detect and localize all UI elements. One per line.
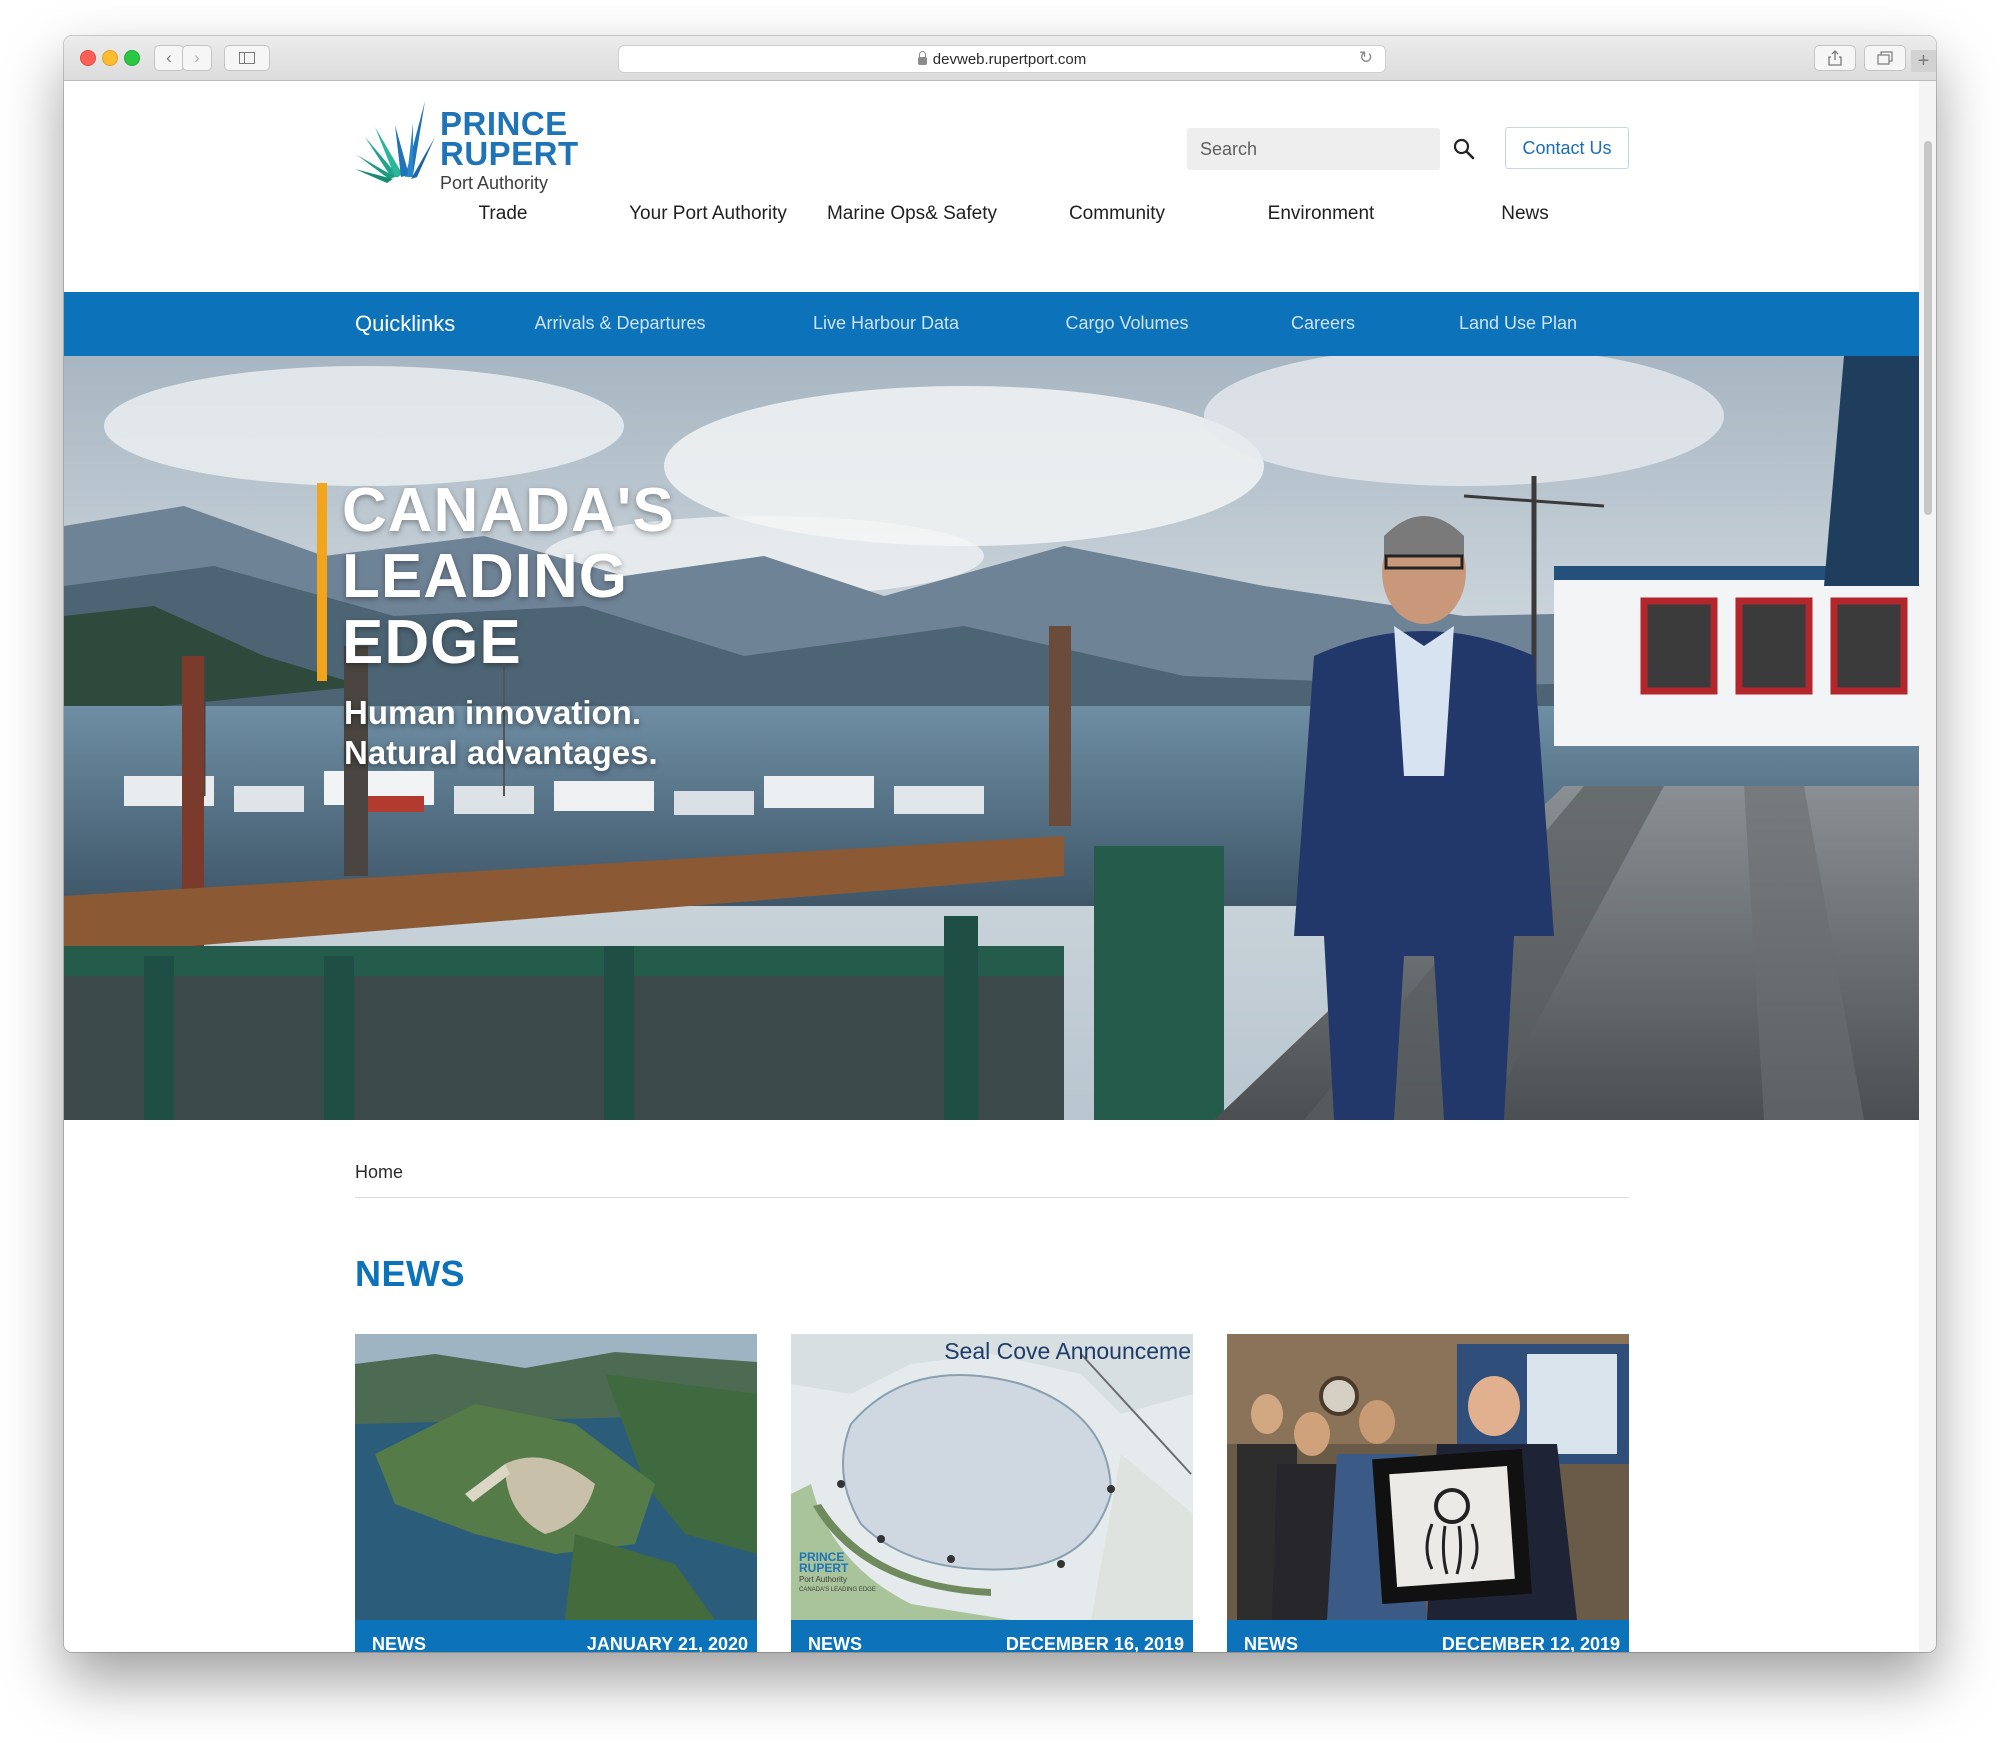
logo-wordmark: PRINCE RUPERT Port Authority	[440, 107, 579, 195]
hero-banner: CANADA'S LEADING EDGE Human innovation. …	[64, 356, 1919, 1120]
image-logo-line: Port Authority	[799, 1575, 848, 1584]
quicklinks-bar: Quicklinks Arrivals & Departures Live Ha…	[64, 292, 1919, 356]
group-photo	[1227, 1334, 1629, 1620]
news-card-date: JANUARY 21, 2020	[586, 1634, 748, 1652]
news-card-image-caption: Seal Cove Announceme	[944, 1338, 1191, 1364]
contact-us-button[interactable]: Contact Us	[1505, 127, 1629, 169]
news-heading: NEWS	[355, 1253, 465, 1294]
image-logo-line: CANADA'S LEADING EDGE	[799, 1587, 876, 1593]
hero-title-line: EDGE	[342, 608, 522, 677]
back-button[interactable]: ‹	[154, 45, 184, 71]
news-card[interactable]: NEWS JANUARY 21, 2020	[355, 1334, 757, 1652]
browser-window: ‹ › devweb.rupertport.com ↻ + PRINCE RUP…	[64, 36, 1936, 1652]
news-card-image[interactable]	[355, 1334, 757, 1620]
hero-title-line: CANADA'S	[342, 476, 675, 545]
aerial-photo	[355, 1334, 757, 1620]
quicklinks-title: Quicklinks	[355, 311, 456, 336]
chevron-right-icon: ›	[194, 48, 200, 67]
nav-item-trade[interactable]: Trade	[479, 203, 528, 225]
share-button[interactable]	[1814, 45, 1856, 71]
address-bar-url: devweb.rupertport.com	[932, 50, 1087, 68]
quicklink-careers[interactable]: Careers	[1291, 313, 1355, 334]
close-window-button[interactable]	[80, 50, 96, 66]
search-icon[interactable]	[1452, 137, 1476, 161]
minimize-window-button[interactable]	[102, 50, 118, 66]
web-page: PRINCE RUPERT Port Authority Contact Us …	[64, 81, 1919, 1652]
logo-mark-icon	[355, 101, 435, 183]
news-card-category: NEWS	[808, 1634, 862, 1652]
forward-button[interactable]: ›	[182, 45, 212, 71]
address-bar[interactable]: devweb.rupertport.com ↻	[618, 45, 1386, 73]
quicklink-arrivals-departures[interactable]: Arrivals & Departures	[534, 313, 705, 334]
news-card[interactable]: Seal Cove Announceme PRINCE RUPERT Port …	[791, 1334, 1193, 1652]
news-card-category: NEWS	[372, 1634, 426, 1652]
news-card-footer: NEWS DECEMBER 12, 2019	[1227, 1620, 1629, 1652]
hero-photo	[64, 356, 1919, 1120]
logo-line-rupert: RUPERT	[440, 135, 579, 172]
news-card-image[interactable]: Seal Cove Announceme PRINCE RUPERT Port …	[791, 1334, 1193, 1620]
hero-subtitle-line: Human innovation.	[344, 694, 641, 731]
breadcrumb-divider	[355, 1197, 1629, 1198]
nav-item-marine-ops-safety[interactable]: Marine Ops& Safety	[827, 203, 997, 225]
news-card-footer: NEWS DECEMBER 16, 2019	[791, 1620, 1193, 1652]
nav-item-your-port-authority[interactable]: Your Port Authority	[629, 203, 787, 225]
logo-line-port-authority: Port Authority	[440, 173, 549, 193]
nav-item-environment[interactable]: Environment	[1268, 203, 1375, 225]
hero-title: CANADA'S LEADING EDGE	[342, 478, 675, 676]
news-card-date: DECEMBER 16, 2019	[1005, 1634, 1184, 1652]
show-tabs-button[interactable]	[1864, 45, 1906, 71]
plus-icon: +	[1917, 49, 1930, 72]
zoom-window-button[interactable]	[124, 50, 140, 66]
quicklink-land-use-plan[interactable]: Land Use Plan	[1459, 313, 1577, 334]
hero-subtitle-line: Natural advantages.	[344, 734, 658, 771]
hero-subtitle: Human innovation. Natural advantages.	[344, 693, 658, 773]
browser-toolbar: ‹ › devweb.rupertport.com ↻ +	[64, 36, 1936, 81]
new-tab-button[interactable]: +	[1911, 50, 1936, 72]
share-icon	[1828, 50, 1842, 66]
sidebar-toggle-button[interactable]	[224, 45, 270, 71]
news-card[interactable]: NEWS DECEMBER 12, 2019	[1227, 1334, 1629, 1652]
nav-item-community[interactable]: Community	[1069, 203, 1165, 225]
news-card-date: DECEMBER 12, 2019	[1441, 1634, 1620, 1652]
reload-icon[interactable]: ↻	[1359, 48, 1373, 68]
nav-item-news[interactable]: News	[1501, 203, 1549, 225]
tabs-icon	[1877, 51, 1893, 65]
quicklink-live-harbour-data[interactable]: Live Harbour Data	[813, 313, 959, 334]
site-logo[interactable]: PRINCE RUPERT Port Authority	[355, 97, 578, 193]
search-input[interactable]	[1187, 128, 1440, 170]
image-logo-line: RUPERT	[799, 1561, 849, 1575]
hero-title-line: LEADING	[342, 542, 628, 611]
scrollbar-thumb[interactable]	[1924, 141, 1932, 515]
news-card-category: NEWS	[1244, 1634, 1298, 1652]
main-nav: Trade Your Port Authority Marine Ops& Sa…	[64, 203, 1919, 243]
news-card-image-logo: PRINCE RUPERT Port Authority CANADA'S LE…	[799, 1551, 876, 1596]
news-card-footer: NEWS JANUARY 21, 2020	[355, 1620, 757, 1652]
hero-accent-bar	[317, 483, 327, 681]
chevron-left-icon: ‹	[166, 48, 172, 67]
lock-icon	[917, 51, 927, 65]
breadcrumb[interactable]: Home	[355, 1162, 403, 1183]
scrollbar[interactable]	[1918, 81, 1936, 1652]
sidebar-icon	[239, 52, 255, 64]
quicklink-cargo-volumes[interactable]: Cargo Volumes	[1065, 313, 1188, 334]
news-card-image[interactable]	[1227, 1334, 1629, 1620]
